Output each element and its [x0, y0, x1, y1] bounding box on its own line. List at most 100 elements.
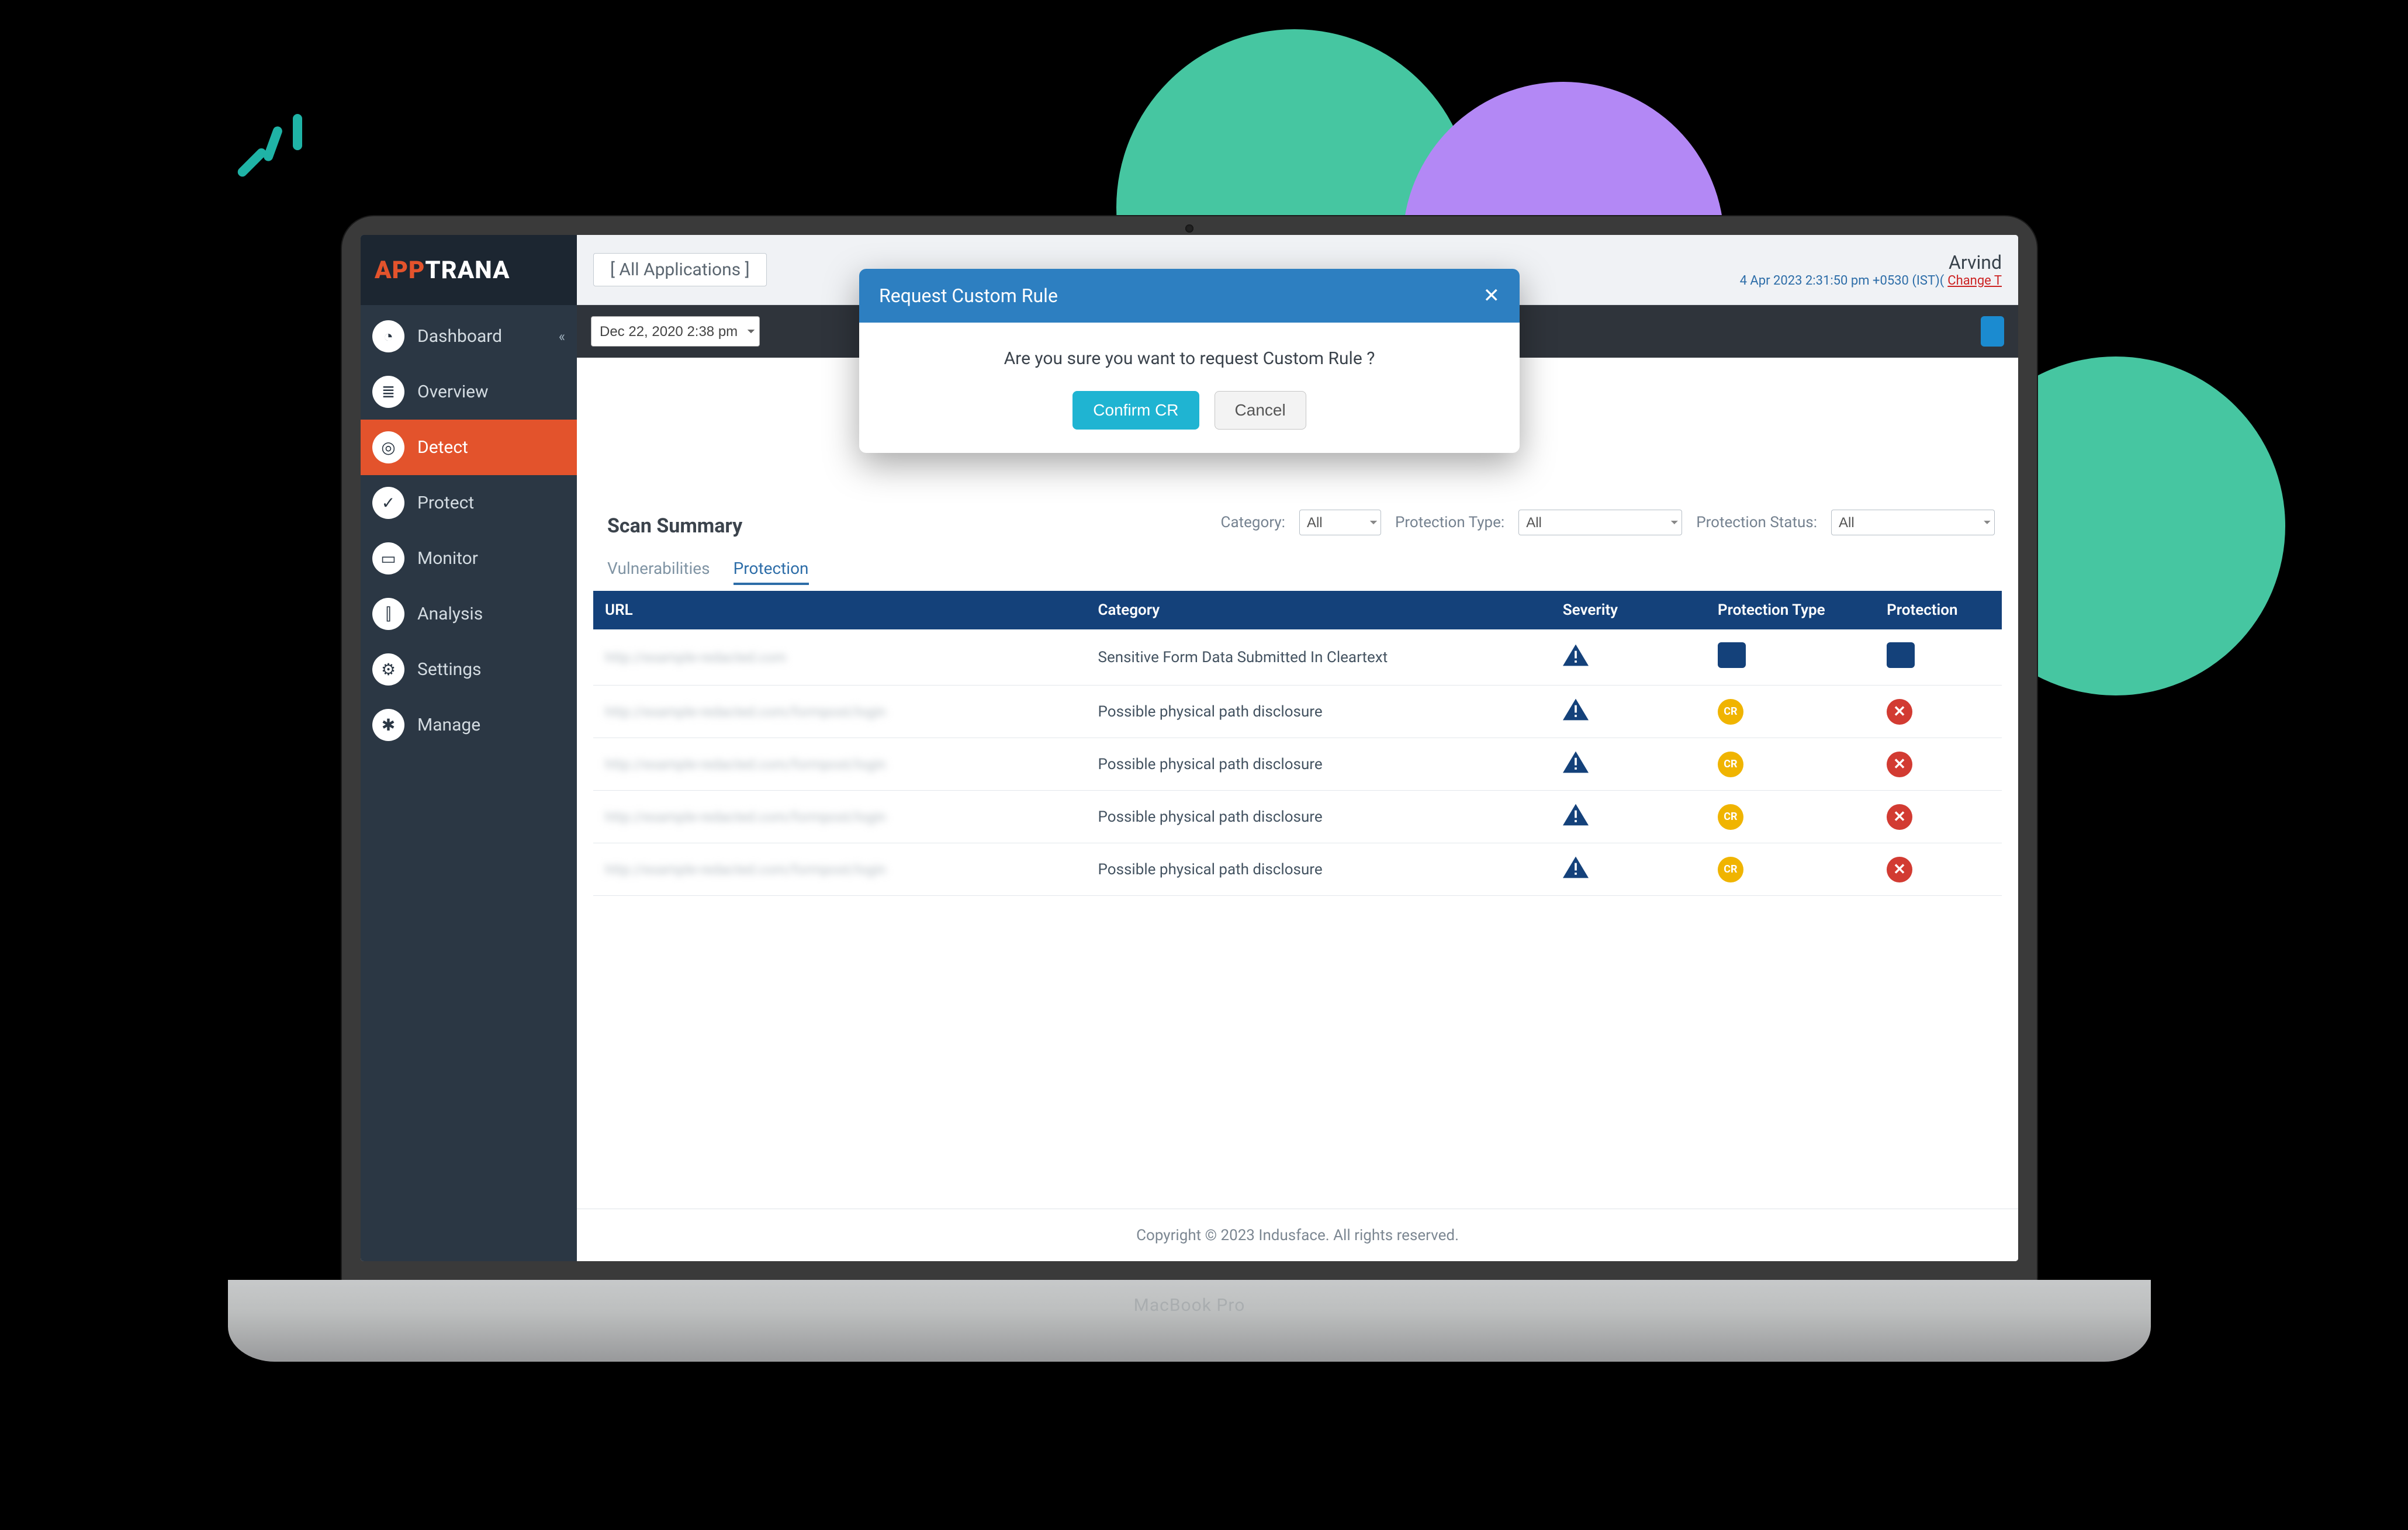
col-severity: Severity — [1551, 591, 1706, 629]
camera-icon — [1185, 224, 1193, 233]
sidebar: APPTRANA ◔ Dashboard « ≣ Overview ◎ Detect ✓Pro… — [361, 235, 577, 1261]
sidebar-item-overview[interactable]: ≣ Overview — [361, 364, 577, 420]
brand-logo[interactable]: APPTRANA — [361, 235, 577, 305]
brand-right: TRANA — [425, 256, 510, 285]
cancel-button[interactable]: Cancel — [1215, 391, 1306, 430]
modal-message: Are you sure you want to request Custom … — [859, 323, 1520, 386]
chevron-left-icon: « — [559, 328, 565, 345]
row-url: http://example-redacted.com/formpost/log… — [605, 809, 886, 825]
filter-pstatus-select[interactable]: All — [1831, 510, 1995, 535]
row-category: Possible physical path disclosure — [1087, 791, 1551, 843]
tabs: Vulnerabilities Protection — [607, 559, 2002, 585]
sidebar-item-monitor[interactable]: ▭ Monitor — [361, 531, 577, 586]
sidebar-item-protect[interactable]: ✓Protect — [361, 475, 577, 531]
severity-warning-icon — [1563, 644, 1589, 666]
fail-badge-icon[interactable]: ✕ — [1887, 857, 1912, 882]
sidebar-item-analysis[interactable]: ⫿ Analysis — [361, 586, 577, 642]
cr-badge-icon[interactable]: CR — [1718, 699, 1743, 725]
shield-icon: ✓ — [372, 487, 404, 519]
modal-header: Request Custom Rule ✕ — [859, 269, 1520, 323]
dashboard-icon: ◔ — [372, 320, 404, 352]
laptop-model-label: MacBook Pro — [1134, 1295, 1245, 1316]
severity-warning-icon — [1563, 804, 1589, 826]
results-table: URL Category Severity Protection Type Pr… — [593, 591, 2002, 896]
timestamp-text: 4 Apr 2023 2:31:50 pm +0530 (IST) — [1740, 274, 1940, 288]
fail-badge-icon[interactable]: ✕ — [1887, 752, 1912, 777]
modal-close-icon[interactable]: ✕ — [1483, 284, 1500, 307]
screen: APPTRANA ◔Dashboard«≣Overview◎Detect✓Pro… — [361, 235, 2018, 1261]
severity-warning-icon — [1563, 698, 1589, 721]
confirm-modal: Request Custom Rule ✕ Are you sure you w… — [859, 269, 1520, 453]
chart-icon: ⫿ — [372, 598, 404, 630]
table-row[interactable]: http://example-redacted.com/formpost/log… — [593, 738, 2002, 791]
col-category: Category — [1087, 591, 1551, 629]
timestamp: 4 Apr 2023 2:31:50 pm +0530 (IST)(Change… — [1740, 274, 2002, 288]
all-apps-selector[interactable]: [ All Applications ] — [593, 253, 767, 286]
tab-vulnerabilities[interactable]: Vulnerabilities — [607, 559, 710, 585]
tab-protection[interactable]: Protection — [734, 559, 809, 585]
sidebar-item-label: Detect — [417, 437, 468, 458]
table-row[interactable]: http://example-redacted.com/formpost/log… — [593, 843, 2002, 896]
row-category: Sensitive Form Data Submitted In Clearte… — [1087, 629, 1551, 686]
confirm-button[interactable]: Confirm CR — [1072, 391, 1199, 430]
footer: Copyright © 2023 Indusface. All rights r… — [577, 1209, 2018, 1261]
col-pstatus: Protection — [1875, 591, 2002, 629]
sidebar-item-dashboard[interactable]: ◔ Dashboard « — [361, 309, 577, 364]
target-icon: ◎ — [372, 431, 404, 463]
modal-title: Request Custom Rule — [879, 285, 1058, 307]
gear-icon: ✱ — [372, 709, 404, 741]
cr-badge-icon[interactable]: CR — [1718, 857, 1743, 882]
date-select[interactable]: Dec 22, 2020 2:38 pm — [591, 316, 760, 347]
fail-badge-icon[interactable]: ✕ — [1887, 699, 1912, 725]
toolbar-action-button[interactable] — [1981, 316, 2004, 347]
row-url: http://example-redacted.com/formpost/log… — [605, 756, 886, 773]
severity-warning-icon — [1563, 751, 1589, 773]
sidebar-nav: ◔ Dashboard « ≣ Overview ◎ Detect ✓Protect ▭ Moni… — [361, 305, 577, 753]
laptop-lid: APPTRANA ◔Dashboard«≣Overview◎Detect✓Pro… — [342, 216, 2037, 1280]
sidebar-item-settings[interactable]: ⚙ Settings — [361, 642, 577, 697]
filter-ptype-label: Protection Type: — [1395, 514, 1504, 531]
sidebar-item-detect[interactable]: ◎ Detect — [361, 420, 577, 475]
sidebar-item-label: Analysis — [417, 604, 483, 624]
filter-ptype-select[interactable]: All — [1518, 510, 1682, 535]
severity-warning-icon — [1563, 856, 1589, 878]
row-category: Possible physical path disclosure — [1087, 843, 1551, 896]
table-row[interactable]: http://example-redacted.com Sensitive For… — [593, 629, 2002, 686]
code-badge-icon[interactable] — [1718, 642, 1746, 668]
sidebar-item-label: Overview — [417, 382, 489, 402]
table-row[interactable]: http://example-redacted.com/formpost/log… — [593, 686, 2002, 738]
col-url: URL — [593, 591, 1087, 629]
overview-icon: ≣ — [372, 376, 404, 408]
fail-badge-icon[interactable]: ✕ — [1887, 804, 1912, 830]
sidebar-item-manage[interactable]: ✱ Manage — [361, 697, 577, 753]
col-ptype: Protection Type — [1706, 591, 1875, 629]
code-badge-icon[interactable] — [1887, 642, 1915, 668]
monitor-icon: ▭ — [372, 542, 404, 574]
row-url: http://example-redacted.com/formpost/log… — [605, 704, 886, 720]
sidebar-item-label: Monitor — [417, 548, 478, 569]
gears-icon: ⚙ — [372, 653, 404, 686]
topbar-right: Arvind 4 Apr 2023 2:31:50 pm +0530 (IST)… — [1740, 251, 2002, 288]
filters: Category: All Protection Type: All Prote… — [1221, 510, 1995, 535]
sidebar-item-label: Manage — [417, 715, 480, 735]
filter-pstatus-label: Protection Status: — [1696, 514, 1817, 531]
brand-left: APP — [375, 256, 425, 285]
cr-badge-icon[interactable]: CR — [1718, 752, 1743, 777]
table-body: http://example-redacted.com Sensitive For… — [593, 629, 2002, 896]
copyright-text: Copyright © 2023 Indusface. All rights r… — [1136, 1227, 1459, 1244]
row-category: Possible physical path disclosure — [1087, 686, 1551, 738]
cr-badge-icon[interactable]: CR — [1718, 804, 1743, 830]
sidebar-item-label: Dashboard — [417, 326, 502, 347]
filter-category-label: Category: — [1221, 514, 1285, 531]
sidebar-item-label: Settings — [417, 659, 482, 680]
row-category: Possible physical path disclosure — [1087, 738, 1551, 791]
row-url: http://example-redacted.com — [605, 649, 786, 666]
laptop-mockup: APPTRANA ◔Dashboard«≣Overview◎Detect✓Pro… — [310, 216, 2069, 1362]
table-row[interactable]: http://example-redacted.com/formpost/log… — [593, 791, 2002, 843]
table-header: URL Category Severity Protection Type Pr… — [593, 591, 2002, 629]
laptop-base: MacBook Pro — [228, 1280, 2151, 1362]
content-area: Scan Summary Category: All Protection Ty… — [577, 358, 2018, 1209]
change-timezone-link[interactable]: Change T — [1947, 274, 2002, 288]
user-name[interactable]: Arvind — [1740, 251, 2002, 274]
filter-category-select[interactable]: All — [1299, 510, 1381, 535]
